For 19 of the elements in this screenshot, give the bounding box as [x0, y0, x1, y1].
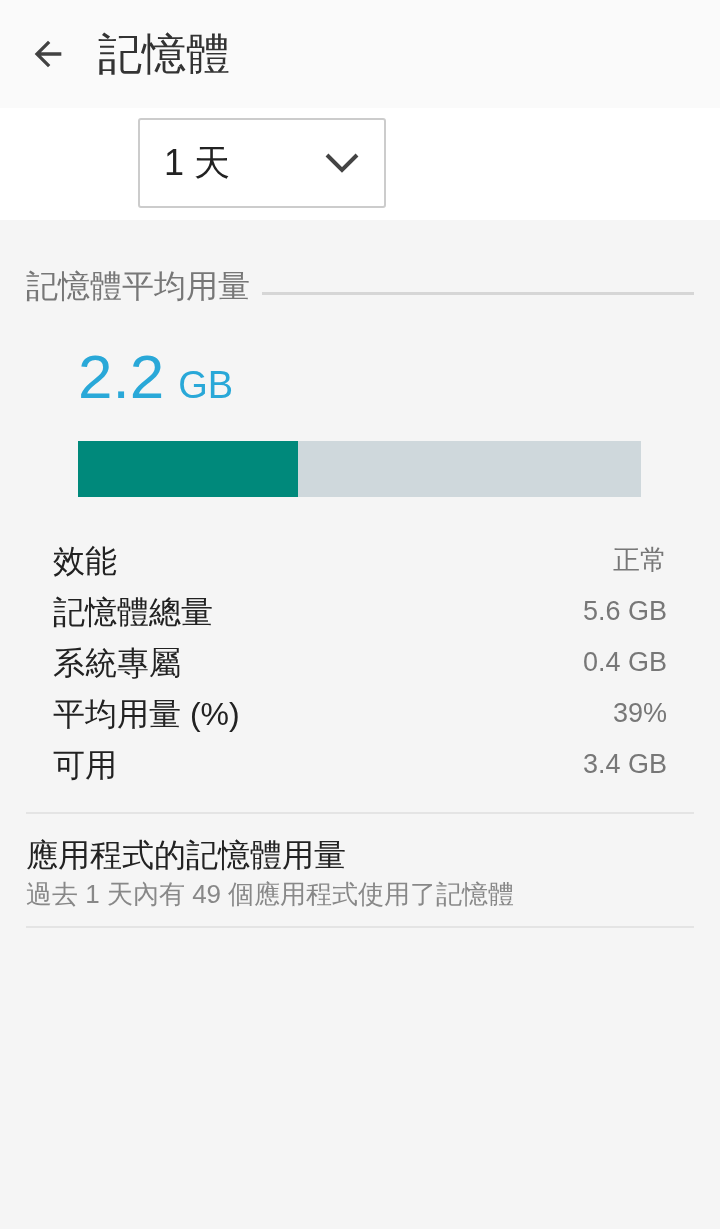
chevron-down-icon: [324, 152, 360, 174]
app-memory-item[interactable]: 應用程式的記憶體用量 過去 1 天內有 49 個應用程式使用了記憶體: [26, 814, 694, 926]
item-subtitle: 過去 1 天內有 49 個應用程式使用了記憶體: [26, 878, 516, 911]
stat-value: 5.6 GB: [582, 595, 667, 629]
section-header: 記憶體平均用量: [26, 267, 250, 306]
stat-label: 平均用量 (%): [53, 694, 240, 734]
stat-label: 記憶體總量: [53, 592, 213, 632]
item-title: 應用程式的記憶體用量: [26, 836, 347, 875]
page-title: 記憶體: [98, 28, 230, 80]
unit-label: GB: [178, 363, 234, 408]
period-dropdown[interactable]: 1 天: [138, 118, 386, 208]
stat-label: 可用: [53, 745, 117, 785]
stat-value: 0.4 GB: [582, 646, 667, 680]
stat-value: 39%: [612, 697, 667, 731]
stat-value: 正常: [613, 544, 667, 578]
stat-label: 效能: [53, 541, 117, 581]
average-amount: 2.2: [78, 341, 165, 413]
stat-value: 3.4 GB: [582, 748, 667, 782]
stat-label: 系統專屬: [53, 643, 181, 683]
